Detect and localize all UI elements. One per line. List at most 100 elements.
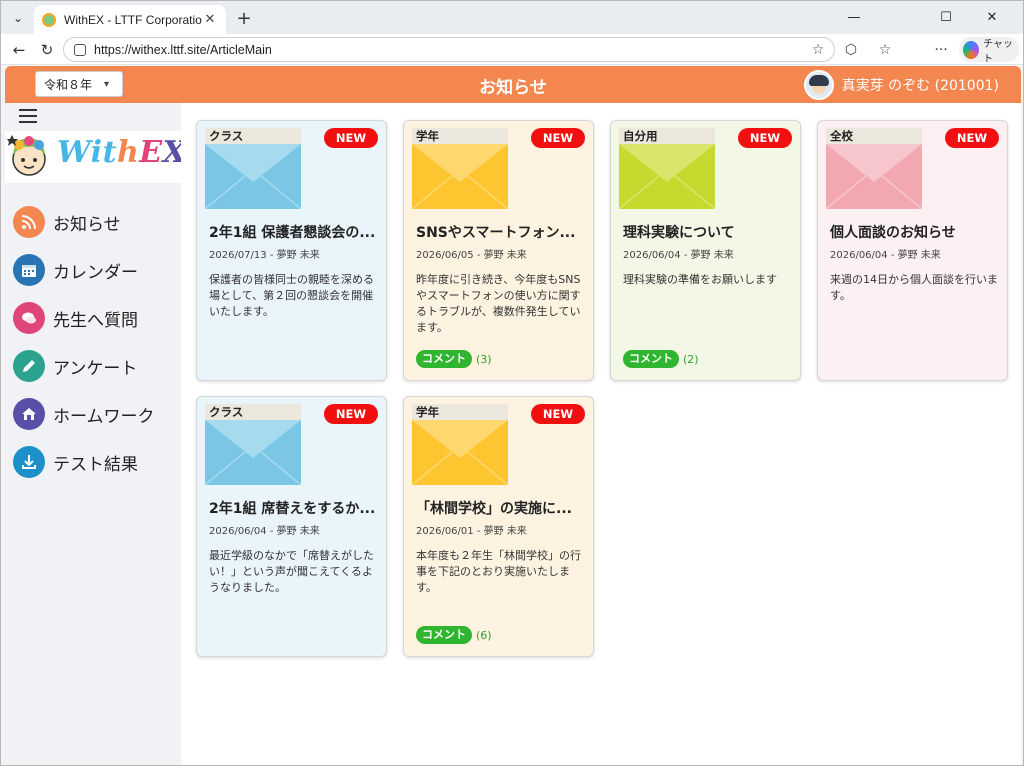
- comment-count: (6): [476, 628, 492, 642]
- download-icon: [13, 446, 45, 478]
- sidebar-item-label: 先生へ質問: [53, 310, 138, 331]
- sidebar-item-1[interactable]: お知らせ: [5, 198, 181, 246]
- new-badge: NEW: [738, 128, 792, 148]
- sidebar-menu: お知らせカレンダー先生へ質問アンケートホームワーク テスト結果: [5, 198, 181, 486]
- article-card[interactable]: 自分用 NEW 理科実験について 2026/06/04 - 夢野 未来理科実験の準備を…: [610, 120, 801, 381]
- copilot-label: チャット: [983, 38, 1014, 65]
- rss-icon: [13, 206, 45, 238]
- new-badge: NEW: [324, 128, 378, 148]
- user-profile[interactable]: 真実芽 のぞむ (201001): [803, 69, 999, 100]
- sidebar-item-label: カレンダー: [53, 262, 138, 283]
- brand-logo: WithEX: [5, 131, 186, 183]
- article-title[interactable]: 「林間学校」の実施に...: [416, 498, 586, 518]
- window-placeholder: [877, 1, 923, 34]
- extensions-icon[interactable]: ⬡: [839, 38, 863, 62]
- site-info-icon[interactable]: [74, 43, 86, 56]
- more-menu-icon[interactable]: ···: [929, 38, 953, 62]
- new-badge: NEW: [324, 404, 378, 424]
- article-title[interactable]: 2年1組 保護者懇談会の...: [209, 222, 379, 242]
- article-card[interactable]: 学年 NEW 「林間学校」の実施に... 2026/06/01 - 夢野 未来本年度も…: [403, 396, 594, 657]
- sidebar-item-5[interactable]: ホームワーク: [5, 390, 181, 438]
- site-favicon-icon: [42, 12, 56, 27]
- new-tab-plus-icon[interactable]: +: [233, 7, 255, 29]
- article-category-tag: 学年: [412, 404, 508, 420]
- article-card[interactable]: 全校 NEW 個人面談のお知らせ 2026/06/04 - 夢野 未来 来週の14日から…: [817, 120, 1008, 381]
- comment-indicator[interactable]: コメント (3): [416, 350, 492, 368]
- sidebar-item-3[interactable]: 先生へ質問: [5, 294, 181, 342]
- favorite-star-icon[interactable]: ☆: [808, 42, 828, 58]
- new-badge: NEW: [531, 404, 585, 424]
- article-category-tag: 全校: [826, 128, 922, 144]
- comment-indicator[interactable]: コメント (2): [623, 350, 699, 368]
- sidebar: WithEX お知らせカレンダー先生へ質問アンケートホームワーク テスト結果: [5, 103, 186, 765]
- tab-close-icon[interactable]: ✕: [202, 12, 218, 27]
- sidebar-item-label: アンケート: [53, 358, 138, 379]
- browser-window: ⌄ WithEX - LTTF Corporation - ✕ + — ☐ ✕ …: [0, 0, 1024, 766]
- envelope-icon: [619, 144, 715, 209]
- article-meta: 2026/06/05 - 夢野 未来: [416, 250, 527, 261]
- article-title[interactable]: 理科実験について: [623, 222, 793, 242]
- article-card[interactable]: 学年 NEW SNSやスマートフォン... 2026/06/05 - 夢野 未来昨年度…: [403, 120, 594, 381]
- article-summary: 来週の14日から個人面談を行います。: [830, 273, 998, 302]
- article-grid: クラス NEW 2年1組 保護者懇談会の... 2026/07/13 - 夢野 未来保…: [181, 103, 1021, 765]
- sidebar-item-6[interactable]: テスト結果: [5, 438, 181, 486]
- app-header: 令和８年 ▾ お知らせ 真実芽 のぞむ (201001): [5, 66, 1021, 103]
- article-summary: 昨年度に引き続き、今年度もSNSやスマートフォンの使い方に関するトラブルが、複数…: [416, 273, 581, 334]
- article-category-tag: 自分用: [619, 128, 715, 144]
- home-icon: [13, 398, 45, 430]
- article-summary: 保護者の皆様同士の親睦を深める場として、第２回の懇談会を開催いたします。: [209, 273, 374, 318]
- chat-icon: [13, 302, 45, 334]
- pencil-icon: [13, 350, 45, 382]
- reload-icon[interactable]: ↻: [35, 38, 59, 62]
- url-text[interactable]: https://withex.lttf.site/ArticleMain: [94, 43, 808, 57]
- comment-badge: コメント: [623, 350, 679, 368]
- sidebar-item-4[interactable]: アンケート: [5, 342, 181, 390]
- article-summary: 本年度も２年生「林間学校」の行事を下記のとおり実施いたします。: [416, 549, 581, 594]
- calendar-icon: [13, 254, 45, 286]
- comment-count: (2): [683, 352, 699, 366]
- article-title[interactable]: SNSやスマートフォン...: [416, 222, 586, 242]
- brand-wordmark: WithEX: [57, 135, 187, 170]
- article-meta: 2026/06/04 - 夢野 未来: [209, 526, 320, 537]
- article-title[interactable]: 個人面談のお知らせ: [830, 222, 1000, 242]
- comment-badge: コメント: [416, 626, 472, 644]
- article-meta: 2026/06/01 - 夢野 未来: [416, 526, 527, 537]
- article-meta: 2026/06/04 - 夢野 未来: [623, 250, 734, 261]
- article-title[interactable]: 2年1組 席替えをするか...: [209, 498, 379, 518]
- maximize-icon[interactable]: ☐: [923, 1, 969, 34]
- article-category-tag: クラス: [205, 404, 301, 420]
- back-arrow-icon[interactable]: ←: [7, 38, 31, 62]
- window-close-icon[interactable]: ✕: [969, 1, 1015, 34]
- sidebar-item-label: お知らせ: [53, 214, 121, 235]
- browser-toolbar: ← ↻ https://withex.lttf.site/ArticleMain…: [1, 34, 1023, 65]
- comment-count: (3): [476, 352, 492, 366]
- article-meta: 2026/07/13 - 夢野 未来: [209, 250, 320, 261]
- new-badge: NEW: [531, 128, 585, 148]
- article-card[interactable]: クラス NEW 2年1組 保護者懇談会の... 2026/07/13 - 夢野 未来保…: [196, 120, 387, 381]
- favorites-list-icon[interactable]: ☆: [873, 38, 897, 62]
- comment-indicator[interactable]: コメント (6): [416, 626, 492, 644]
- article-category-tag: クラス: [205, 128, 301, 144]
- user-name: 真実芽 のぞむ (201001): [841, 77, 999, 94]
- article-summary: 理科実験の準備をお願いします: [623, 273, 777, 286]
- copilot-icon: [963, 40, 980, 59]
- tab-list-chevron-icon[interactable]: ⌄: [7, 7, 29, 29]
- article-meta: 2026/06/04 - 夢野 未来: [830, 250, 941, 261]
- copilot-button[interactable]: チャット: [959, 37, 1019, 65]
- address-bar[interactable]: https://withex.lttf.site/ArticleMain ☆: [63, 37, 835, 62]
- article-card[interactable]: クラス NEW 2年1組 席替えをするか... 2026/06/04 - 夢野 未来最…: [196, 396, 387, 657]
- comment-badge: コメント: [416, 350, 472, 368]
- article-category-tag: 学年: [412, 128, 508, 144]
- tab-strip: ⌄ WithEX - LTTF Corporation - ✕ + — ☐ ✕: [1, 1, 1023, 34]
- browser-tab[interactable]: WithEX - LTTF Corporation - ✕: [34, 5, 226, 34]
- envelope-icon: [412, 144, 508, 209]
- avatar: [803, 69, 834, 100]
- article-summary: 最近学級のなかで「席替えがしたい！」という声が聞こえてくるようなりました。: [209, 549, 374, 594]
- minimize-icon[interactable]: —: [831, 1, 877, 34]
- envelope-icon: [205, 420, 301, 485]
- envelope-icon: [205, 144, 301, 209]
- hamburger-menu-icon[interactable]: [19, 109, 37, 125]
- envelope-icon: [826, 144, 922, 209]
- sidebar-item-2[interactable]: カレンダー: [5, 246, 181, 294]
- mascot-icon: [7, 135, 46, 176]
